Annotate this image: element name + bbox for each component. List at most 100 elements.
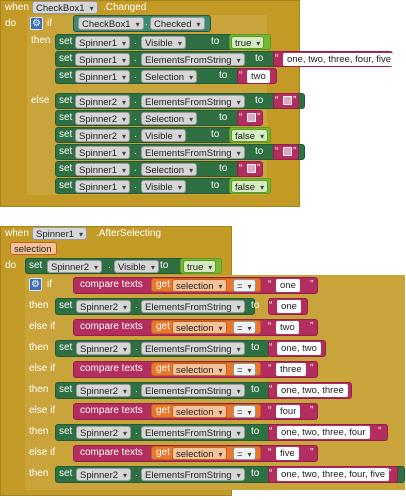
text-value[interactable]: one, two, three, four, five [283, 52, 396, 66]
compare-texts-label: compare texts [80, 405, 143, 416]
property-dropdown[interactable]: ElementsFromString [141, 341, 245, 356]
set-keyword: set [59, 342, 73, 353]
event-component-dropdown[interactable]: Spinner1 [32, 227, 88, 241]
logic-dropdown[interactable]: false [231, 128, 269, 143]
do-keyword: do [5, 260, 17, 271]
dot: . [135, 300, 138, 311]
result-value[interactable]: one, two, three, four, five [277, 467, 390, 481]
component-dropdown[interactable]: Spinner1 [75, 145, 131, 160]
set-keyword: set [59, 180, 73, 191]
property-dropdown[interactable]: Visible [114, 259, 159, 274]
property-dropdown[interactable]: Visible [141, 35, 186, 50]
to-keyword: to [251, 426, 260, 437]
empty-text[interactable] [247, 164, 256, 173]
component-dropdown[interactable]: Spinner2 [75, 111, 131, 126]
to-keyword: to [251, 384, 260, 395]
dot: . [134, 112, 137, 123]
condition-property-dropdown[interactable]: Checked [150, 17, 205, 31]
component-dropdown[interactable]: Spinner2 [75, 128, 131, 143]
component-dropdown[interactable]: Spinner1 [75, 69, 131, 84]
property-dropdown[interactable]: ElementsFromString [141, 52, 245, 67]
variable-dropdown[interactable]: selection [172, 446, 227, 461]
variable-dropdown[interactable]: selection [172, 404, 227, 419]
property-dropdown[interactable]: Selection [141, 69, 198, 84]
condition-component-dropdown[interactable]: CheckBox1 [78, 17, 144, 31]
property-dropdown[interactable]: Visible [141, 179, 186, 194]
else-keyword: else [31, 95, 50, 106]
to-keyword: to [251, 342, 260, 353]
get-keyword: get [156, 447, 170, 458]
close-quote: ” [342, 384, 346, 395]
component-dropdown[interactable]: Spinner2 [76, 299, 132, 314]
open-quote: “ [269, 468, 273, 479]
property-dropdown[interactable]: ElementsFromString [141, 467, 245, 482]
property-dropdown[interactable]: ElementsFromString [141, 299, 245, 314]
empty-text[interactable] [283, 147, 292, 156]
variable-dropdown[interactable]: selection [172, 362, 227, 377]
then-keyword: then [29, 426, 49, 437]
open-quote: “ [275, 53, 279, 64]
empty-text[interactable] [247, 113, 256, 122]
dot: . [135, 384, 138, 395]
close-quote: ” [310, 363, 314, 374]
component-dropdown[interactable]: Spinner2 [76, 425, 132, 440]
result-value[interactable]: one, two, three [277, 383, 348, 397]
close-quote: ” [310, 321, 314, 332]
component-dropdown[interactable]: Spinner2 [47, 259, 103, 274]
component-dropdown[interactable]: Spinner2 [76, 383, 132, 398]
gear-icon[interactable]: ⚙ [30, 17, 43, 30]
to-keyword: to [211, 129, 220, 140]
operator-dropdown[interactable]: = [233, 362, 256, 377]
component-dropdown[interactable]: Spinner1 [75, 162, 131, 177]
event-parameter[interactable]: selection [10, 242, 57, 255]
property-dropdown[interactable]: Visible [141, 128, 186, 143]
event-component-dropdown[interactable]: CheckBox1 [32, 1, 98, 15]
variable-dropdown[interactable]: selection [172, 320, 227, 335]
logic-dropdown[interactable]: false [231, 179, 269, 194]
compare-texts-label: compare texts [80, 279, 143, 290]
to-keyword: to [211, 180, 220, 191]
component-dropdown[interactable]: Spinner1 [75, 35, 131, 50]
close-quote: ” [383, 53, 387, 64]
component-dropdown[interactable]: Spinner1 [75, 52, 131, 67]
property-dropdown[interactable]: ElementsFromString [141, 94, 245, 109]
component-dropdown[interactable]: Spinner2 [76, 467, 132, 482]
property-dropdown[interactable]: ElementsFromString [141, 425, 245, 440]
empty-text[interactable] [283, 96, 292, 105]
else-if-keyword: else if [29, 321, 56, 332]
result-value[interactable]: one, two, three, four [277, 425, 370, 439]
property-dropdown[interactable]: ElementsFromString [141, 383, 245, 398]
else-if-keyword: else if [29, 447, 56, 458]
dot: . [145, 17, 148, 28]
then-keyword: then [31, 35, 51, 46]
operator-dropdown[interactable]: = [233, 446, 256, 461]
component-dropdown[interactable]: Spinner2 [76, 341, 132, 356]
if-keyword: if [47, 279, 52, 290]
match-value[interactable]: three [276, 362, 306, 376]
match-value[interactable]: four [276, 404, 301, 418]
variable-dropdown[interactable]: selection [172, 278, 227, 293]
gear-icon[interactable]: ⚙ [29, 278, 42, 291]
component-dropdown[interactable]: Spinner1 [75, 179, 131, 194]
operator-dropdown[interactable]: = [233, 404, 256, 419]
property-dropdown[interactable]: ElementsFromString [141, 145, 245, 160]
compare-texts-label: compare texts [80, 447, 143, 458]
operator-dropdown[interactable]: = [233, 320, 256, 335]
to-keyword: to [219, 70, 228, 81]
set-keyword: set [59, 36, 73, 47]
open-quote: “ [268, 447, 272, 458]
operator-dropdown[interactable]: = [233, 278, 256, 293]
open-quote: “ [269, 342, 273, 353]
set-keyword: set [59, 53, 73, 64]
logic-dropdown[interactable]: true [183, 259, 217, 274]
match-value[interactable]: two [276, 320, 299, 334]
property-dropdown[interactable]: Selection [141, 111, 198, 126]
match-value[interactable]: one [276, 278, 300, 292]
close-quote: ” [378, 426, 382, 437]
component-dropdown[interactable]: Spinner2 [75, 94, 131, 109]
property-dropdown[interactable]: Selection [141, 162, 198, 177]
close-quote: ” [257, 112, 261, 123]
match-value[interactable]: five [276, 446, 299, 460]
result-value[interactable]: one, two [277, 341, 321, 355]
logic-dropdown[interactable]: true [231, 35, 265, 50]
